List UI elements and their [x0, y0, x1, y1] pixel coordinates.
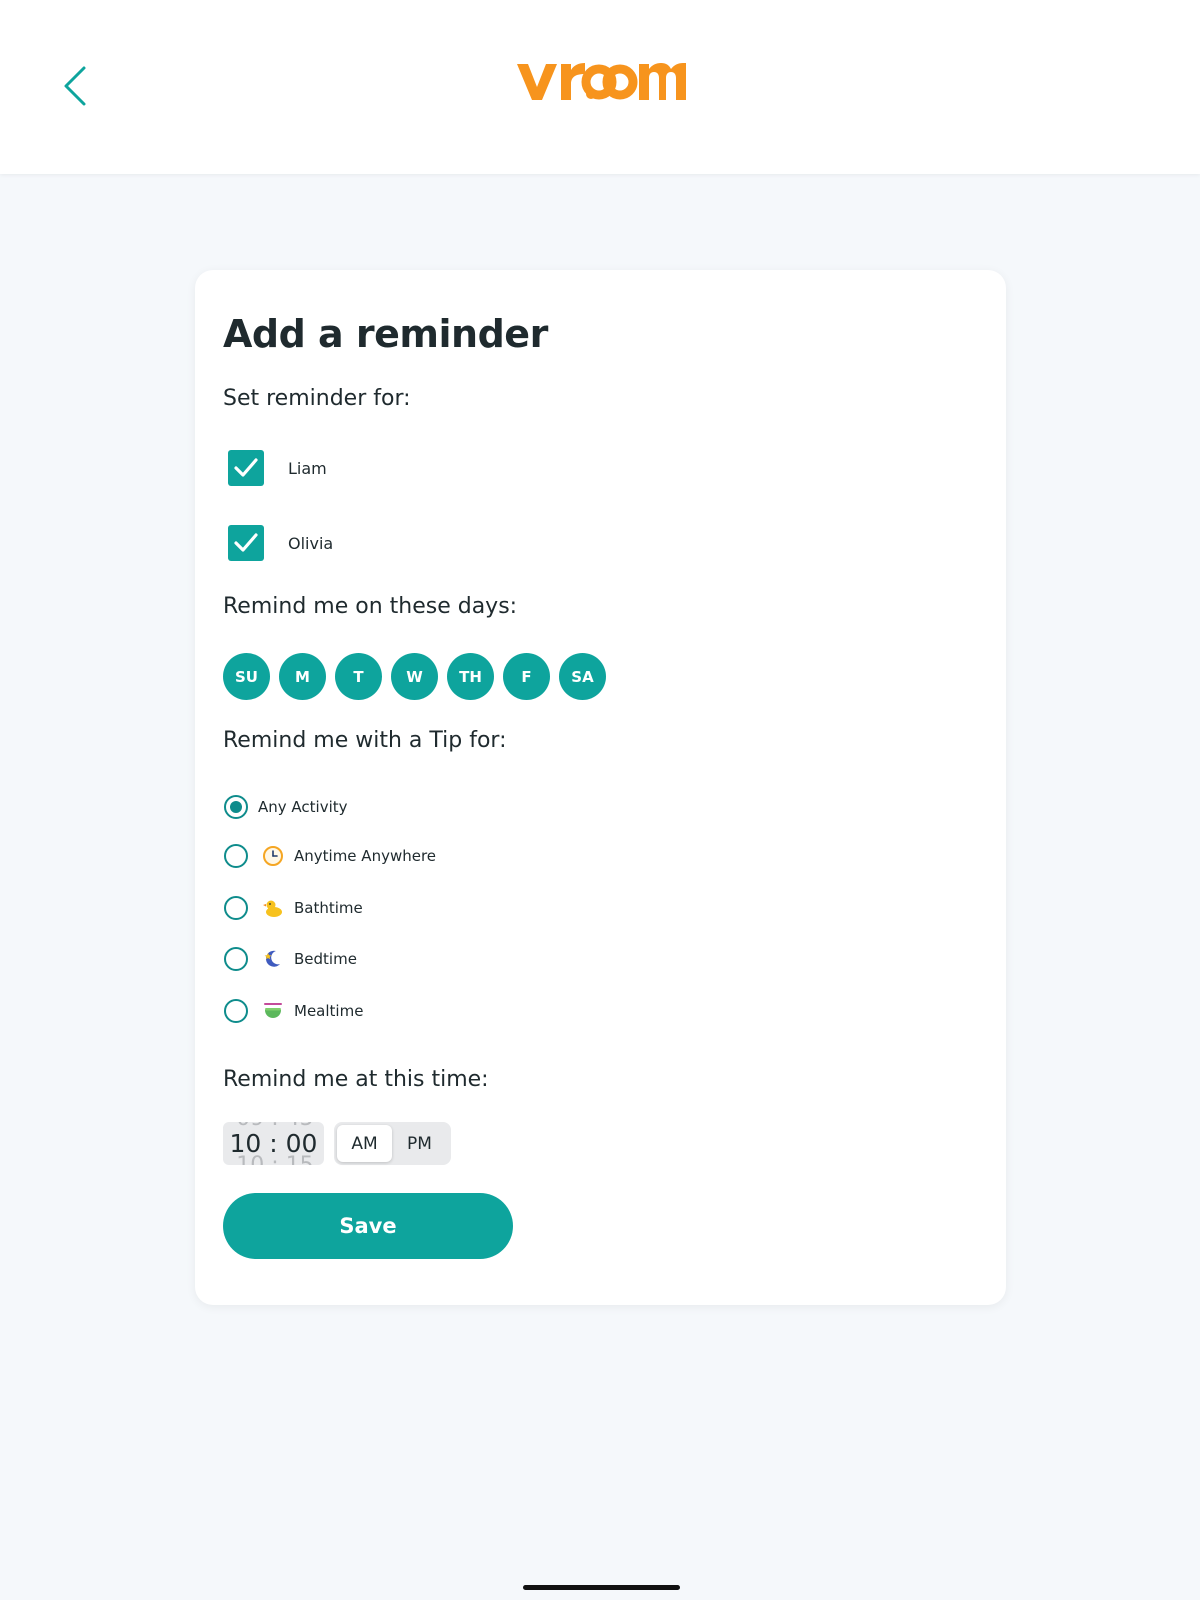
reminder-for-label: Set reminder for:: [223, 386, 411, 411]
radio-label: Mealtime: [294, 1002, 364, 1020]
vroom-logo: [515, 54, 687, 115]
page-title: Add a reminder: [223, 312, 548, 356]
radio-label: Any Activity: [258, 798, 348, 816]
radio-button[interactable]: [224, 896, 248, 920]
reminder-card: Add a reminder Set reminder for: Liam Ol…: [195, 270, 1006, 1305]
chevron-left-icon: [64, 66, 86, 106]
day-selector: SU M T W TH F SA: [223, 653, 615, 700]
tip-option-any-activity[interactable]: Any Activity: [224, 795, 348, 819]
day-sunday[interactable]: SU: [223, 653, 270, 700]
tip-option-bathtime[interactable]: Bathtime: [224, 896, 363, 920]
radio-button[interactable]: [224, 795, 248, 819]
child-checkbox-olivia[interactable]: Olivia: [228, 525, 333, 561]
pm-option[interactable]: PM: [392, 1125, 447, 1162]
time-label: Remind me at this time:: [223, 1067, 489, 1092]
rubber-duck-icon: [262, 897, 284, 919]
bowl-icon: [262, 1000, 284, 1022]
app-header: [0, 0, 1200, 174]
day-monday[interactable]: M: [279, 653, 326, 700]
checkbox-label: Liam: [288, 458, 327, 478]
time-picker[interactable]: 09 : 45 10 : 00 10 : 15: [223, 1122, 324, 1165]
days-label: Remind me on these days:: [223, 594, 518, 619]
radio-button[interactable]: [224, 844, 248, 868]
tip-option-anytime-anywhere[interactable]: Anytime Anywhere: [224, 844, 436, 868]
radio-selected-dot: [230, 801, 242, 813]
child-checkbox-liam[interactable]: Liam: [228, 450, 327, 486]
checkbox[interactable]: [228, 450, 264, 486]
day-wednesday[interactable]: W: [391, 653, 438, 700]
save-button[interactable]: Save: [223, 1193, 513, 1259]
time-picker-next-value: 10 : 15: [235, 1155, 315, 1166]
moon-icon: [262, 948, 284, 970]
back-button[interactable]: [56, 62, 96, 110]
radio-button[interactable]: [224, 947, 248, 971]
day-friday[interactable]: F: [503, 653, 550, 700]
day-thursday[interactable]: TH: [447, 653, 494, 700]
am-option[interactable]: AM: [337, 1125, 392, 1162]
checkbox-label: Olivia: [288, 533, 334, 553]
checkmark-icon: [234, 458, 258, 477]
am-pm-toggle: AM PM: [334, 1122, 451, 1165]
home-indicator: [523, 1585, 680, 1590]
day-tuesday[interactable]: T: [335, 653, 382, 700]
tip-option-bedtime[interactable]: Bedtime: [224, 947, 357, 971]
checkmark-icon: [234, 533, 258, 552]
radio-label: Bathtime: [294, 899, 363, 917]
radio-label: Anytime Anywhere: [294, 847, 437, 865]
vroom-logo-mark: [517, 63, 686, 100]
radio-label: Bedtime: [294, 950, 357, 968]
radio-button[interactable]: [224, 999, 248, 1023]
day-saturday[interactable]: SA: [559, 653, 606, 700]
checkbox[interactable]: [228, 525, 264, 561]
clock-icon: [262, 845, 284, 867]
tip-option-mealtime[interactable]: Mealtime: [224, 999, 363, 1023]
tip-label: Remind me with a Tip for:: [223, 728, 507, 753]
